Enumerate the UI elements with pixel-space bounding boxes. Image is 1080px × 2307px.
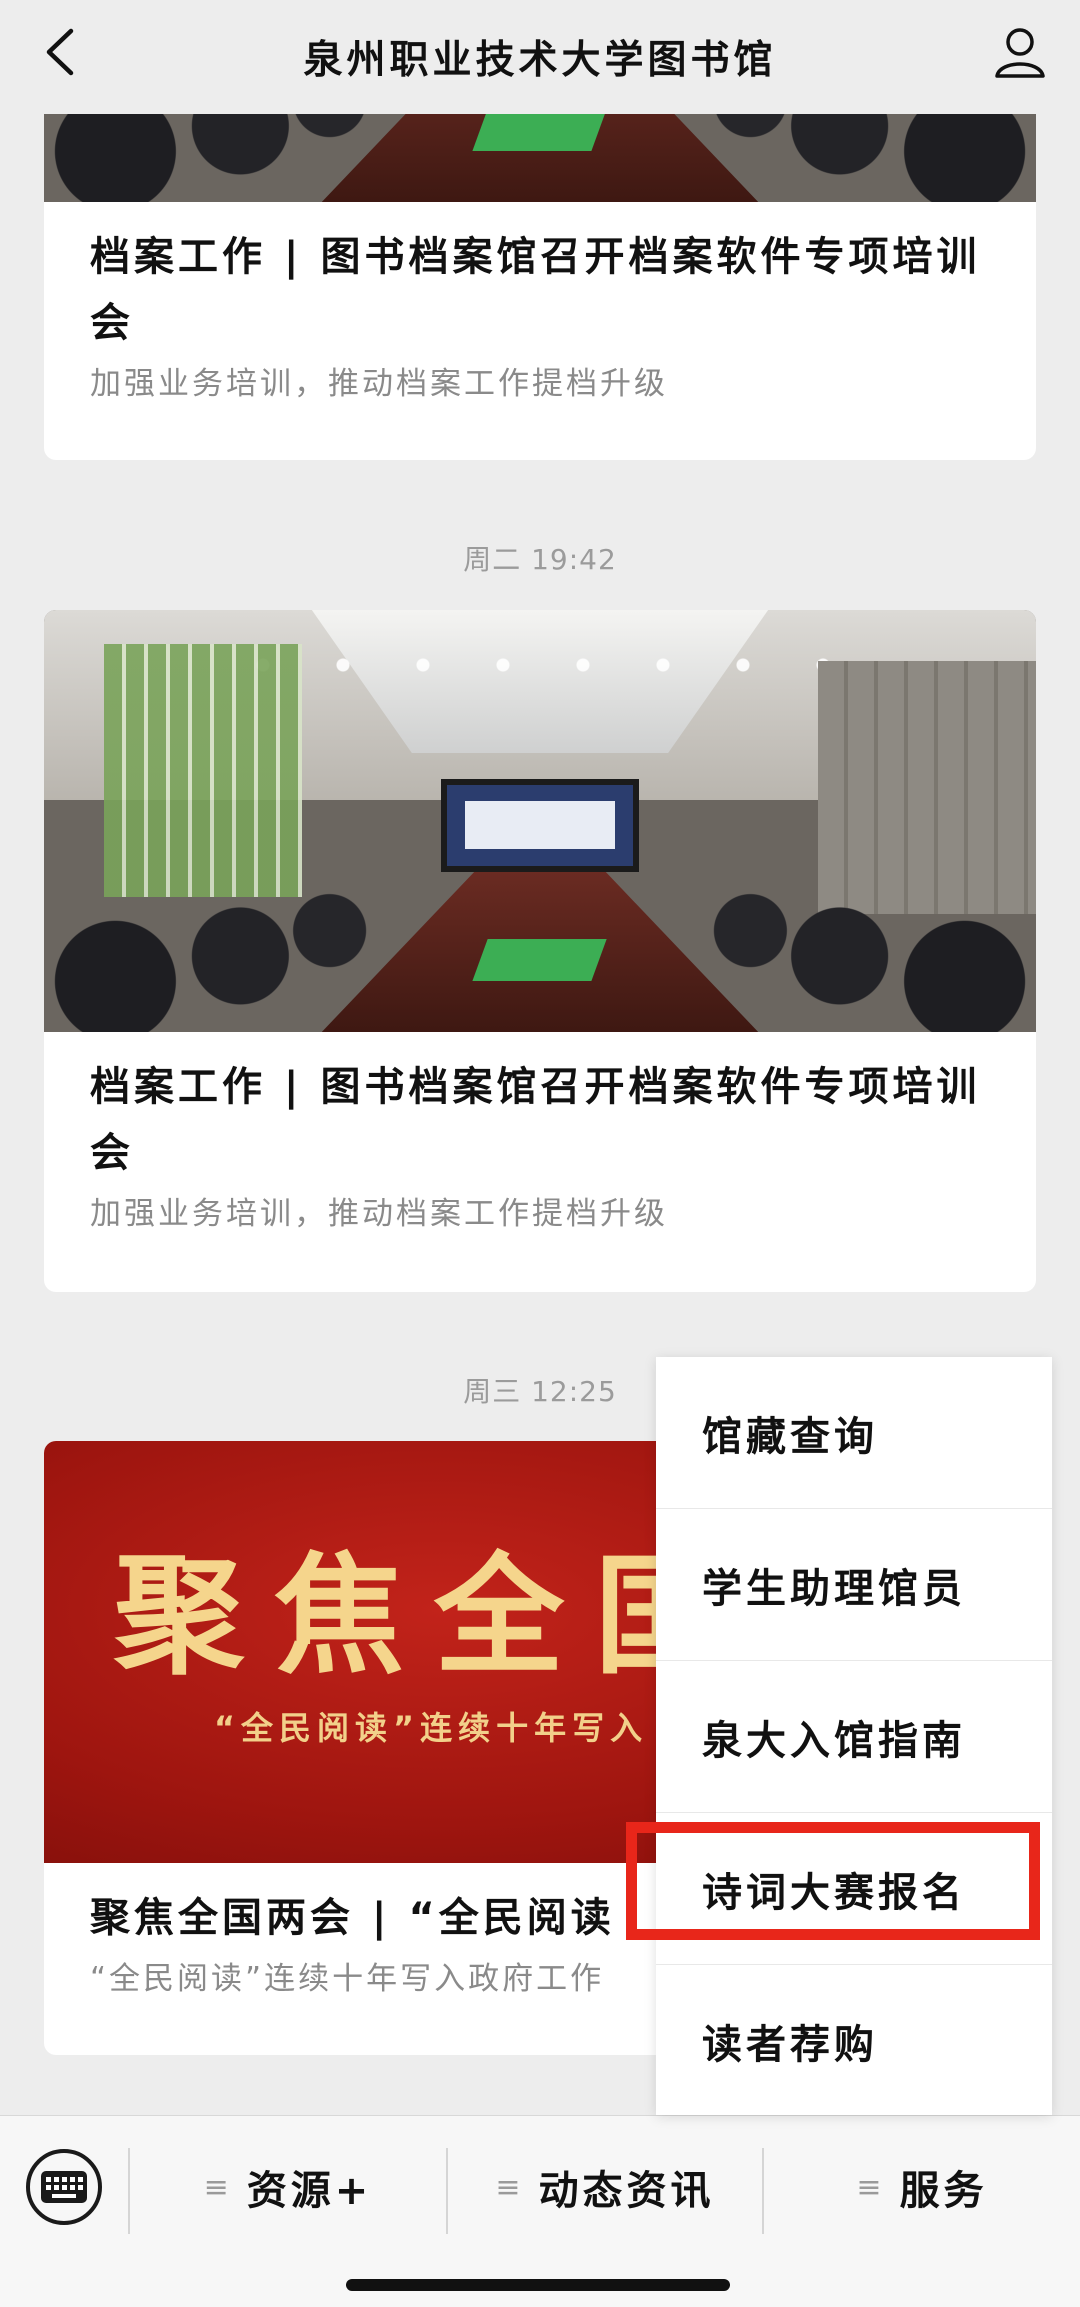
menu-item-student-assistant[interactable]: 学生助理馆员 (656, 1509, 1052, 1661)
bottom-menu-label: 服务 (899, 2168, 988, 2214)
bottom-menu-news[interactable]: ≡ 动态资讯 (448, 2142, 762, 2232)
banner-subtitle: “全民阅读”连续十年写入 (214, 1709, 649, 1747)
highlight-annotation-box (626, 1822, 1040, 1940)
person-icon[interactable] (988, 20, 1052, 84)
hamburger-icon: ≡ (856, 2169, 886, 2205)
menu-item-reader-recommend[interactable]: 读者荐购 (656, 1965, 1052, 2117)
page-title: 泉州职业技术大学图书馆 (303, 38, 777, 83)
bottom-menu-label: 资源+ (246, 2168, 373, 2214)
top-navigation-bar: 泉州职业技术大学图书馆 (0, 0, 1080, 114)
article-headline: 档案工作 | 图书档案馆召开档案软件专项培训会 (90, 234, 981, 346)
article-subtitle: 加强业务培训，推动档案工作提档升级 (90, 1196, 668, 1232)
keyboard-icon[interactable] (26, 2149, 102, 2225)
article-subtitle: 加强业务培训，推动档案工作提档升级 (90, 366, 668, 402)
service-submenu: 馆藏查询 学生助理馆员 泉大入馆指南 诗词大赛报名 读者荐购 (656, 1357, 1052, 2115)
hamburger-icon: ≡ (495, 2169, 525, 2205)
menu-item-entry-guide[interactable]: 泉大入馆指南 (656, 1661, 1052, 1813)
hamburger-icon: ≡ (203, 2169, 233, 2205)
bottom-menu-label: 动态资讯 (538, 2168, 715, 2214)
article-photo (44, 610, 1036, 1032)
article-card[interactable]: 档案工作 | 图书档案馆召开档案软件专项培训会 加强业务培训，推动档案工作提档升… (44, 610, 1036, 1292)
home-indicator (346, 2279, 730, 2291)
article-card[interactable]: 档案工作 | 图书档案馆召开档案软件专项培训会 加强业务培训，推动档案工作提档升… (44, 80, 1036, 460)
article-headline: 档案工作 | 图书档案馆召开档案软件专项培训会 (90, 1064, 981, 1176)
bottom-menu-services[interactable]: ≡ 服务 (764, 2142, 1080, 2232)
menu-item-collection-search[interactable]: 馆藏查询 (656, 1357, 1052, 1509)
message-timestamp: 周二 19:42 (463, 543, 617, 576)
bottom-menu-resources[interactable]: ≡ 资源+ (130, 2142, 446, 2232)
chevron-left-icon[interactable] (30, 22, 90, 82)
